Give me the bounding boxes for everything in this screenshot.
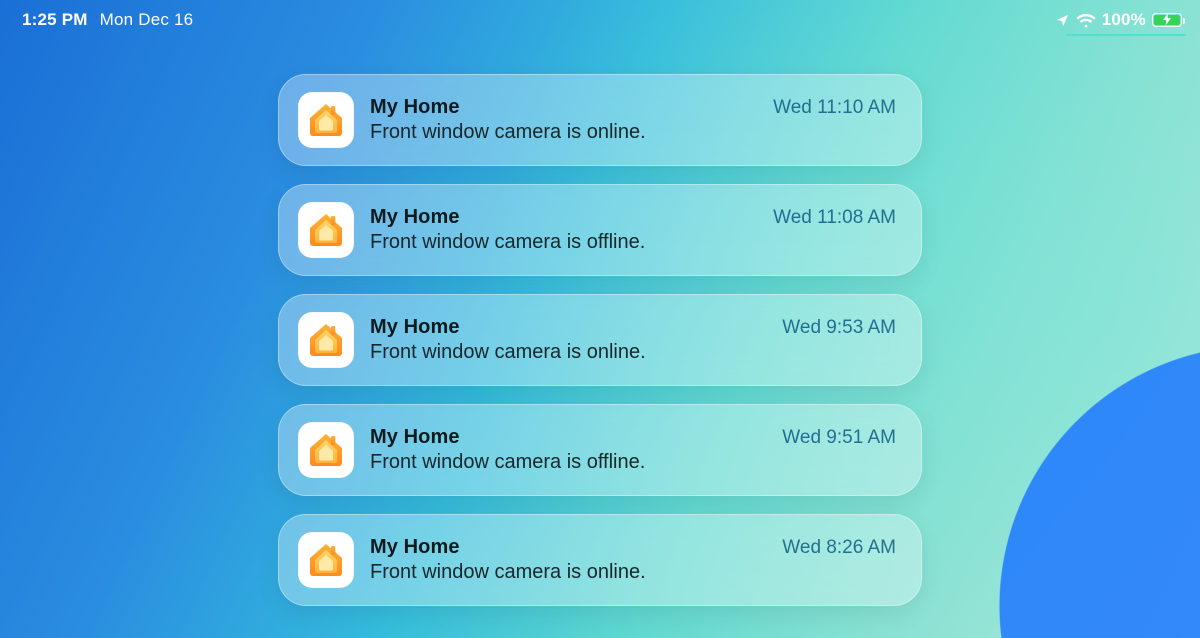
home-icon <box>298 202 354 258</box>
notification-item[interactable]: My Home Wed 11:10 AMFront window camera i… <box>278 74 922 166</box>
notification-content: My Home Wed 8:26 AMFront window camera is… <box>370 536 896 584</box>
notification-app-name: My Home <box>370 316 460 339</box>
notification-list[interactable]: My HomeWed 11:10 AMFront window camera i… <box>278 74 922 594</box>
status-right: 100% <box>1055 10 1182 30</box>
notification-app-name: My Home <box>370 96 460 119</box>
notification-body: Front window camera is offline. <box>370 451 896 474</box>
notification-content: My Home Wed 11:08 AMFront window camera i… <box>370 206 896 254</box>
notification-content: My Home Wed 9:53 AMFront window camera is… <box>370 316 896 364</box>
notification-time: Wed 9:53 AM <box>782 317 896 339</box>
status-bar: 1:25 PM Mon Dec 16 100% <box>0 0 1200 34</box>
notification-item[interactable]: My Home Wed 11:08 AMFront window camera i… <box>278 184 922 276</box>
clock-time: 1:25 PM <box>22 10 88 30</box>
notification-content: My Home Wed 11:10 AMFront window camera i… <box>370 96 896 144</box>
notification-item[interactable]: My Home Wed 9:51 AMFront window camera is… <box>278 404 922 496</box>
home-icon <box>298 92 354 148</box>
notification-header: My Home Wed 9:51 AM <box>370 426 896 449</box>
notification-time: Wed 9:51 AM <box>782 427 896 449</box>
notification-item[interactable]: My Home Wed 8:26 AMFront window camera is… <box>278 514 922 606</box>
notification-content: My Home Wed 9:51 AMFront window camera is… <box>370 426 896 474</box>
battery-percent: 100% <box>1102 10 1146 30</box>
clock-date: Mon Dec 16 <box>100 10 194 30</box>
notification-time: Wed 8:26 AM <box>782 537 896 559</box>
status-left: 1:25 PM Mon Dec 16 <box>22 10 193 30</box>
home-icon <box>298 532 354 588</box>
notification-item[interactable]: My Home Wed 9:53 AMFront window camera is… <box>278 294 922 386</box>
battery-icon <box>1152 13 1182 27</box>
notification-header: My Home Wed 11:08 AM <box>370 206 896 229</box>
home-icon <box>298 312 354 368</box>
notification-header: My Home Wed 8:26 AM <box>370 536 896 559</box>
notification-header: My Home Wed 11:10 AM <box>370 96 896 119</box>
notification-body: Front window camera is online. <box>370 341 896 364</box>
notification-time: Wed 11:10 AM <box>773 97 896 119</box>
notification-time: Wed 11:08 AM <box>773 207 896 229</box>
notification-app-name: My Home <box>370 206 460 229</box>
status-divider <box>1066 34 1186 36</box>
wifi-icon <box>1076 13 1096 28</box>
notification-app-name: My Home <box>370 426 460 449</box>
notification-body: Front window camera is online. <box>370 561 896 584</box>
home-icon <box>298 422 354 478</box>
notification-body: Front window camera is online. <box>370 121 896 144</box>
notification-body: Front window camera is offline. <box>370 231 896 254</box>
notification-app-name: My Home <box>370 536 460 559</box>
notification-header: My Home Wed 9:53 AM <box>370 316 896 339</box>
location-icon <box>1055 13 1070 28</box>
